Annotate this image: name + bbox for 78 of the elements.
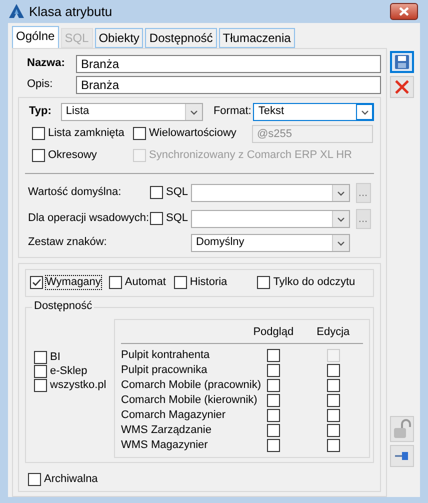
field-label: Typ: [28, 105, 52, 118]
text-field[interactable]: Branża [76, 76, 381, 94]
close-icon [399, 6, 409, 16]
padlock-icon [393, 419, 411, 440]
row-label: WMS Zarządzanie [121, 424, 212, 437]
row-label: Comarch Magazynier [121, 408, 227, 422]
tab[interactable]: Dostępność [145, 28, 217, 48]
close-button[interactable] [390, 2, 418, 20]
checkbox[interactable] [266, 408, 280, 422]
checkbox[interactable] [30, 276, 43, 290]
checkbox[interactable] [326, 408, 340, 422]
type-dropdown[interactable]: Lista [60, 102, 204, 121]
group-title: Dostępność [32, 300, 94, 313]
tab[interactable]: Tłumaczenia [218, 28, 295, 48]
checkbox[interactable] [326, 438, 340, 452]
close-icon [394, 78, 410, 95]
save-button[interactable] [390, 50, 414, 73]
checkbox[interactable] [32, 127, 45, 140]
checkbox-label: Lista zamknięta [48, 127, 124, 140]
checkbox[interactable] [34, 365, 47, 378]
checkbox[interactable] [326, 394, 340, 407]
checkbox[interactable] [266, 424, 280, 437]
column-header: Edycja [316, 326, 351, 340]
pin-button[interactable] [390, 445, 414, 467]
format-code-field: @s255 [252, 124, 373, 143]
window-title: Klasa atrybutu [29, 4, 112, 20]
checkbox[interactable] [266, 394, 280, 407]
charset-dropdown[interactable]: Domyślny [191, 234, 350, 252]
checkbox[interactable] [32, 149, 45, 162]
checkbox[interactable] [34, 350, 47, 364]
checkbox[interactable] [133, 127, 146, 140]
checkbox-label: Tylko do odczytu [273, 276, 356, 290]
checkbox[interactable] [266, 348, 280, 362]
field-label: Nazwa: [26, 57, 66, 70]
checkbox[interactable] [34, 379, 47, 392]
checkbox-label: SQL [166, 186, 188, 200]
row-label: Pulpit pracownika [121, 364, 208, 377]
checkbox[interactable] [326, 378, 340, 392]
column-header: Podgląd [252, 326, 295, 340]
checkbox-label: wszystko.pl [50, 379, 106, 392]
tab[interactable]: Ogólne [12, 26, 59, 48]
checkbox[interactable] [326, 424, 340, 437]
checkbox-label: Wymagany [46, 276, 101, 290]
row-label: WMS Magazynier [121, 438, 209, 452]
row-label: Pulpit kontrahenta [121, 348, 211, 362]
checkbox[interactable] [266, 364, 280, 377]
delete-button[interactable] [390, 76, 414, 98]
text-field[interactable]: Branża [76, 54, 381, 73]
checkbox[interactable] [266, 438, 280, 452]
tab: SQL [60, 28, 93, 48]
checkbox-label: SQL [166, 212, 188, 226]
checkbox-label: Wielowartościowy [149, 127, 236, 140]
checkbox[interactable] [174, 276, 187, 290]
pin-icon [394, 450, 410, 462]
field-label: Wartość domyślna: [27, 186, 122, 200]
field-label: Zestaw znaków: [27, 236, 108, 250]
checkbox-label: Archiwalna [44, 472, 98, 486]
checkbox-label: Historia [190, 276, 228, 290]
row-label: Comarch Mobile (kierownik) [121, 394, 258, 407]
checkbox[interactable] [326, 364, 340, 377]
format-dropdown[interactable]: Tekst [253, 102, 374, 121]
checkbox-label: Synchronizowany z Comarch ERP XL HR [149, 149, 352, 162]
row-label: Comarch Mobile (pracownik) [121, 378, 262, 392]
checkbox-label: BI [50, 350, 60, 364]
checkbox[interactable] [150, 186, 163, 200]
field-label: Opis: [26, 78, 54, 92]
tab[interactable]: Obiekty [94, 28, 144, 48]
checkbox[interactable] [257, 276, 270, 290]
app-logo-icon [8, 3, 25, 20]
checkbox[interactable] [150, 212, 163, 226]
checkbox-label: Automat [124, 276, 166, 290]
checkbox[interactable] [266, 378, 280, 392]
checkbox-label: Okresowy [48, 149, 97, 162]
checkbox-label: e-Sklep [50, 365, 88, 378]
checkbox[interactable] [108, 276, 122, 290]
field-label: Dla operacji wsadowych: [27, 212, 150, 226]
field-label: Format: [213, 105, 252, 118]
checkbox[interactable] [28, 472, 41, 486]
